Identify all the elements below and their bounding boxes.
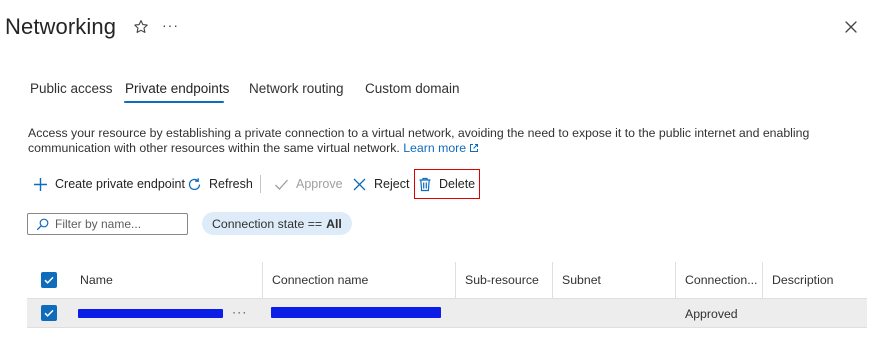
row-more-options-icon[interactable]: ··· xyxy=(232,305,247,319)
refresh-button[interactable]: Refresh xyxy=(187,170,253,198)
tab-custom-domain[interactable]: Custom domain xyxy=(365,81,460,96)
connection-state-cell: Approved xyxy=(685,307,738,321)
checkbox-icon xyxy=(44,276,54,284)
checkbox-icon xyxy=(44,309,54,317)
star-icon[interactable] xyxy=(133,19,149,35)
close-icon[interactable] xyxy=(843,19,859,35)
filter-input[interactable] xyxy=(55,217,175,231)
redacted-connection-name xyxy=(271,307,441,318)
column-divider xyxy=(262,262,263,298)
row-checkbox[interactable] xyxy=(41,305,57,321)
column-divider xyxy=(552,262,553,298)
column-header-description[interactable]: Description xyxy=(772,273,834,287)
check-icon xyxy=(275,179,288,190)
active-tab-indicator xyxy=(124,101,224,103)
column-divider xyxy=(455,262,456,298)
page-title: Networking xyxy=(5,14,117,39)
tab-private-endpoints[interactable]: Private endpoints xyxy=(125,81,229,96)
description: Access your resource by establishing a p… xyxy=(28,126,863,156)
external-link-icon xyxy=(470,144,479,152)
search-icon xyxy=(36,218,49,230)
redacted-name xyxy=(78,309,223,318)
toolbar-separator xyxy=(260,175,261,193)
table-row-border xyxy=(27,327,867,328)
column-divider xyxy=(675,262,676,298)
create-private-endpoint-button[interactable]: Create private endpoint xyxy=(33,170,185,198)
tab-network-routing[interactable]: Network routing xyxy=(249,81,344,96)
approve-button[interactable]: Approve xyxy=(274,170,343,198)
connection-state-filter-pill[interactable]: Connection state == All xyxy=(202,212,352,235)
add-icon xyxy=(34,177,47,191)
more-options-icon[interactable]: ··· xyxy=(162,17,179,33)
column-divider xyxy=(762,262,763,298)
filter-box[interactable] xyxy=(27,213,188,235)
learn-more-link[interactable]: Learn more xyxy=(403,141,479,155)
column-header-sub-resource[interactable]: Sub-resource xyxy=(465,273,539,287)
column-header-connection-name[interactable]: Connection name xyxy=(272,273,368,287)
delete-highlight-box xyxy=(414,169,480,199)
column-header-subnet[interactable]: Subnet xyxy=(562,273,601,287)
refresh-icon xyxy=(188,177,201,190)
select-all-checkbox[interactable] xyxy=(41,272,57,288)
x-icon xyxy=(353,178,366,190)
column-header-name[interactable]: Name xyxy=(80,273,113,287)
reject-button[interactable]: Reject xyxy=(352,170,409,198)
column-header-connection-state[interactable]: Connection... xyxy=(685,273,757,287)
tab-public-access[interactable]: Public access xyxy=(30,81,113,96)
